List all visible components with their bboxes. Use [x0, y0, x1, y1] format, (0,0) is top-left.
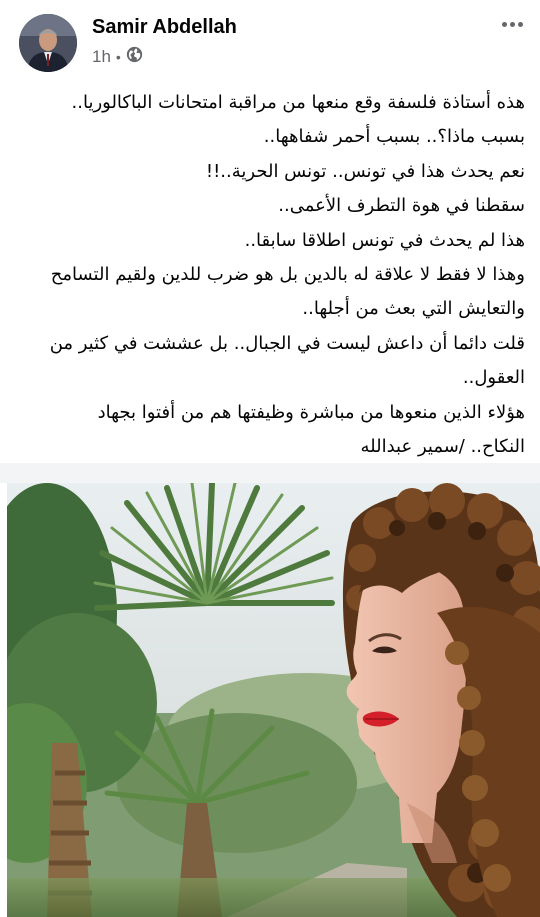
- post-text-line: العقول..: [462, 367, 525, 389]
- post-photo[interactable]: [7, 483, 540, 917]
- post-text-line: بسبب ماذا؟.. بسبب أحمر شفاهها..: [263, 126, 525, 148]
- more-options-icon[interactable]: [498, 14, 526, 34]
- post-header: Samir Abdellah 1h •: [0, 0, 540, 80]
- post-meta: 1h •: [92, 46, 143, 68]
- facebook-post: Samir Abdellah 1h • هذه أستاذة فلسفة وقع…: [0, 0, 540, 917]
- author-avatar[interactable]: [19, 14, 77, 72]
- post-text-line: سقطنا في هوة التطرف الأعمى..: [278, 195, 525, 217]
- post-text-line: هذا لم يحدث في تونس اطلاقا سابقا..: [244, 229, 525, 251]
- photo-divider: [0, 463, 540, 483]
- post-text-line: قلت دائما أن داعش ليست في الجبال.. بل عش…: [49, 332, 525, 354]
- post-text-line: نعم يحدث هذا في تونس.. تونس الحرية..!!: [205, 160, 525, 182]
- avatar-photo: [19, 14, 77, 72]
- meta-separator: •: [115, 49, 121, 65]
- post-time[interactable]: 1h: [92, 47, 111, 67]
- post-text: هذه أستاذة فلسفة وقع منعها من مراقبة امت…: [28, 86, 525, 464]
- post-text-line: هؤلاء الذين منعوها من مباشرة وظيفتها هم …: [97, 401, 525, 423]
- post-text-line: هذه أستاذة فلسفة وقع منعها من مراقبة امت…: [71, 92, 525, 113]
- author-name[interactable]: Samir Abdellah: [92, 16, 237, 39]
- globe-icon[interactable]: [126, 46, 143, 68]
- post-text-line: وهذا لا فقط لا علاقة له بالدين بل هو ضرب…: [50, 264, 525, 286]
- post-text-line: والتعايش التي بعث من أجلها..: [302, 298, 525, 320]
- post-text-line: النكاح.. /سمير عبدالله: [360, 436, 525, 458]
- photo-image: [7, 483, 540, 917]
